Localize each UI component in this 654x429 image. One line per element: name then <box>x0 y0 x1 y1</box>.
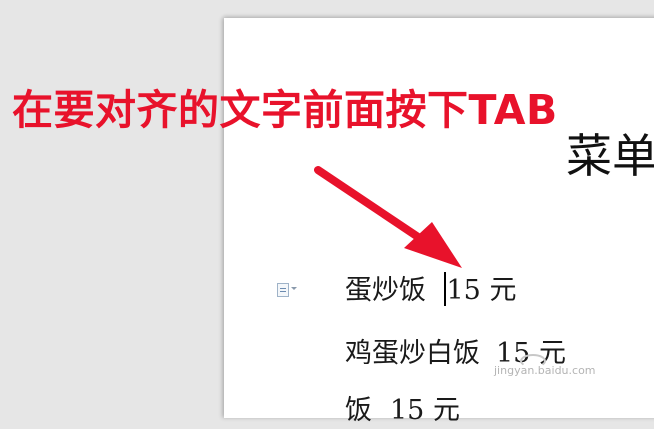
pointer-arrow-icon <box>314 166 462 268</box>
watermark-text: jingyan.baidu.com <box>494 364 596 377</box>
